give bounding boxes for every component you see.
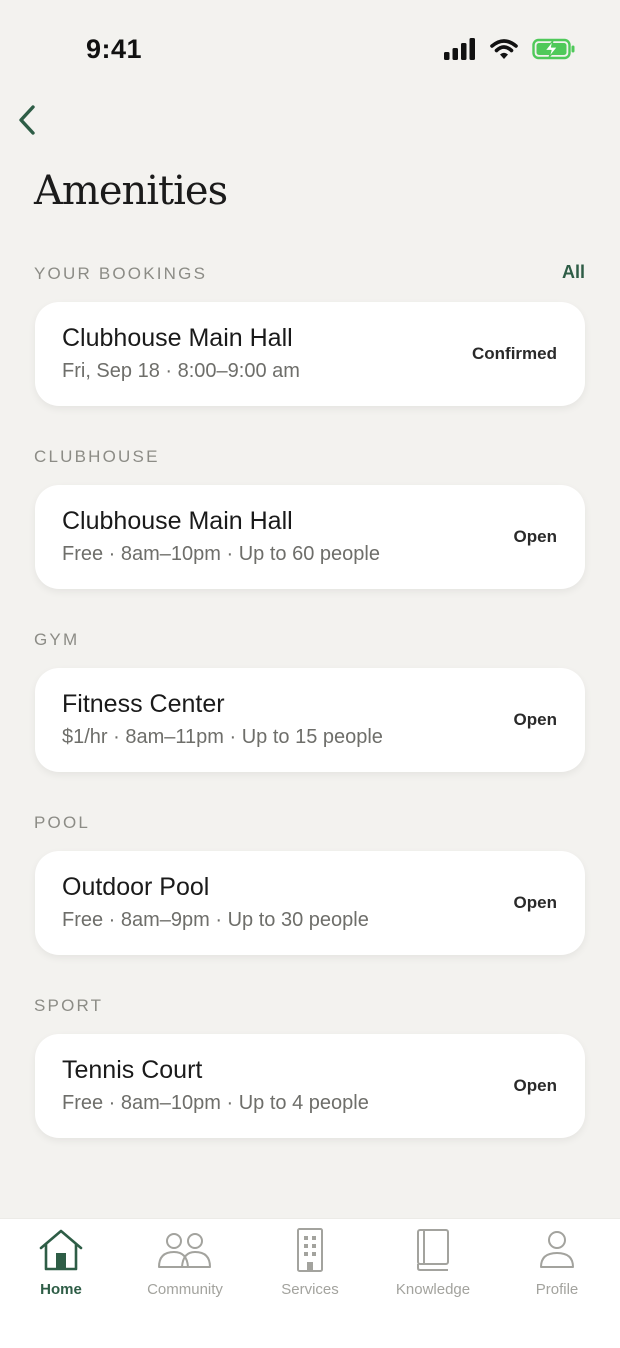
- people-icon: [158, 1233, 211, 1268]
- status-badge: Open: [513, 527, 557, 546]
- tab-services[interactable]: Services: [248, 1227, 372, 1307]
- amenity-name: Clubhouse Main Hall: [62, 324, 293, 352]
- home-icon: [39, 1229, 83, 1271]
- status-icons: [444, 38, 576, 60]
- bottom-tab-bar: Home Community Services Knowledge Profil…: [0, 1218, 620, 1348]
- amenity-name: Tennis Court: [62, 1056, 203, 1084]
- page-title: Amenities: [34, 168, 228, 214]
- wifi-icon: [490, 39, 518, 59]
- back-button[interactable]: [10, 100, 44, 140]
- tab-label: Community: [147, 1281, 223, 1298]
- person-icon: [540, 1231, 574, 1268]
- status-bar: 9:41: [0, 0, 620, 100]
- tab-label: Profile: [535, 1281, 579, 1298]
- amenity-card-tennis-court[interactable]: Tennis Court Free · 8am–10pm · Up to 4 p…: [35, 1034, 585, 1138]
- tab-label: Services: [281, 1281, 339, 1298]
- section-label-clubhouse: CLUBHOUSE: [34, 447, 160, 466]
- amenity-name: Clubhouse Main Hall: [62, 507, 293, 535]
- status-badge: Open: [513, 893, 557, 912]
- cellular-signal-icon: [444, 38, 475, 60]
- section-label-sport: SPORT: [34, 996, 104, 1015]
- book-icon: [417, 1229, 449, 1271]
- status-badge: Open: [513, 710, 557, 729]
- building-icon: [297, 1228, 323, 1272]
- amenity-name: Fitness Center: [62, 690, 225, 718]
- amenity-details: Free · 8am–9pm · Up to 30 people: [62, 909, 369, 931]
- amenity-name: Outdoor Pool: [62, 873, 210, 901]
- amenity-details: $1/hr · 8am–11pm · Up to 15 people: [62, 726, 383, 748]
- tab-label: Home: [40, 1281, 82, 1298]
- tab-profile[interactable]: Profile: [495, 1227, 619, 1307]
- booking-details: Fri, Sep 18 · 8:00–9:00 am: [62, 360, 300, 382]
- tab-label: Knowledge: [395, 1281, 471, 1298]
- tab-community[interactable]: Community: [123, 1227, 247, 1307]
- amenity-details: Free · 8am–10pm · Up to 4 people: [62, 1092, 369, 1114]
- tab-knowledge[interactable]: Knowledge: [371, 1227, 495, 1307]
- all-bookings-link[interactable]: All: [562, 262, 585, 283]
- status-badge: Open: [513, 1076, 557, 1095]
- status-time: 9:41: [86, 34, 143, 64]
- battery-charging-icon: [532, 38, 575, 60]
- booking-card[interactable]: Clubhouse Main Hall Fri, Sep 18 · 8:00–9…: [35, 302, 585, 406]
- amenity-details: Free · 8am–10pm · Up to 60 people: [62, 543, 380, 565]
- amenity-card-fitness-center[interactable]: Fitness Center $1/hr · 8am–11pm · Up to …: [35, 668, 585, 772]
- section-label-pool: POOL: [34, 813, 91, 832]
- amenity-card-clubhouse-main-hall[interactable]: Clubhouse Main Hall Free · 8am–10pm · Up…: [35, 485, 585, 589]
- chevron-left-icon: [19, 105, 35, 135]
- status-badge: Confirmed: [472, 344, 557, 363]
- tab-home[interactable]: Home: [0, 1227, 123, 1307]
- section-label-your-bookings: YOUR BOOKINGS: [34, 264, 208, 283]
- amenity-card-outdoor-pool[interactable]: Outdoor Pool Free · 8am–9pm · Up to 30 p…: [35, 851, 585, 955]
- section-label-gym: GYM: [34, 630, 80, 649]
